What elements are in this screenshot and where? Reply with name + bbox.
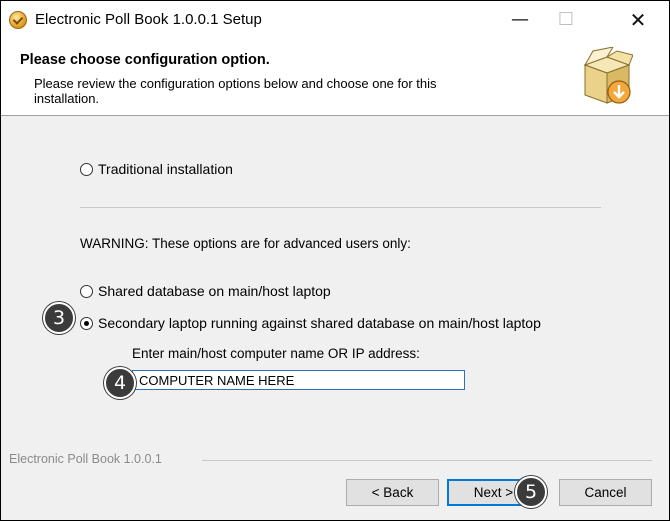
setup-disc-icon: [9, 11, 27, 29]
footer-brand: Electronic Poll Book 1.0.0.1: [9, 452, 162, 466]
host-name-label: Enter main/host computer name OR IP addr…: [132, 346, 420, 361]
step-3-badge: 3: [43, 302, 75, 334]
option-shared-database[interactable]: Shared database on main/host laptop: [80, 283, 331, 299]
option-secondary-laptop-label: Secondary laptop running against shared …: [98, 315, 541, 331]
setup-window: Electronic Poll Book 1.0.0.1 Setup — ☐ ✕…: [0, 0, 670, 521]
page-title: Please choose configuration option.: [20, 52, 270, 68]
footer-divider: [202, 460, 652, 461]
title-bar: Electronic Poll Book 1.0.0.1 Setup — ☐ ✕: [1, 1, 669, 39]
cancel-button[interactable]: Cancel: [559, 479, 652, 506]
advanced-warning: WARNING: These options are for advanced …: [80, 236, 411, 251]
option-traditional[interactable]: Traditional installation: [80, 161, 233, 177]
radio-secondary-laptop[interactable]: [80, 316, 93, 330]
option-shared-database-label: Shared database on main/host laptop: [98, 283, 331, 299]
step-4-badge: 4: [104, 367, 136, 399]
maximize-button[interactable]: ☐: [543, 1, 589, 39]
option-secondary-laptop[interactable]: Secondary laptop running against shared …: [80, 315, 541, 331]
host-name-input[interactable]: [132, 370, 465, 390]
window-title: Electronic Poll Book 1.0.0.1 Setup: [35, 11, 262, 28]
options-divider: [80, 207, 601, 208]
page-subtitle: Please review the configuration options …: [34, 76, 437, 106]
option-traditional-label: Traditional installation: [98, 161, 233, 177]
step-5-badge: 5: [515, 476, 547, 508]
back-button[interactable]: < Back: [346, 479, 439, 506]
minimize-button[interactable]: —: [497, 1, 543, 39]
installer-box-icon: [583, 47, 633, 104]
wizard-header: Please choose configuration option. Plea…: [1, 39, 669, 116]
radio-traditional[interactable]: [80, 162, 93, 176]
close-button[interactable]: ✕: [615, 1, 661, 39]
radio-shared-database[interactable]: [80, 284, 93, 298]
